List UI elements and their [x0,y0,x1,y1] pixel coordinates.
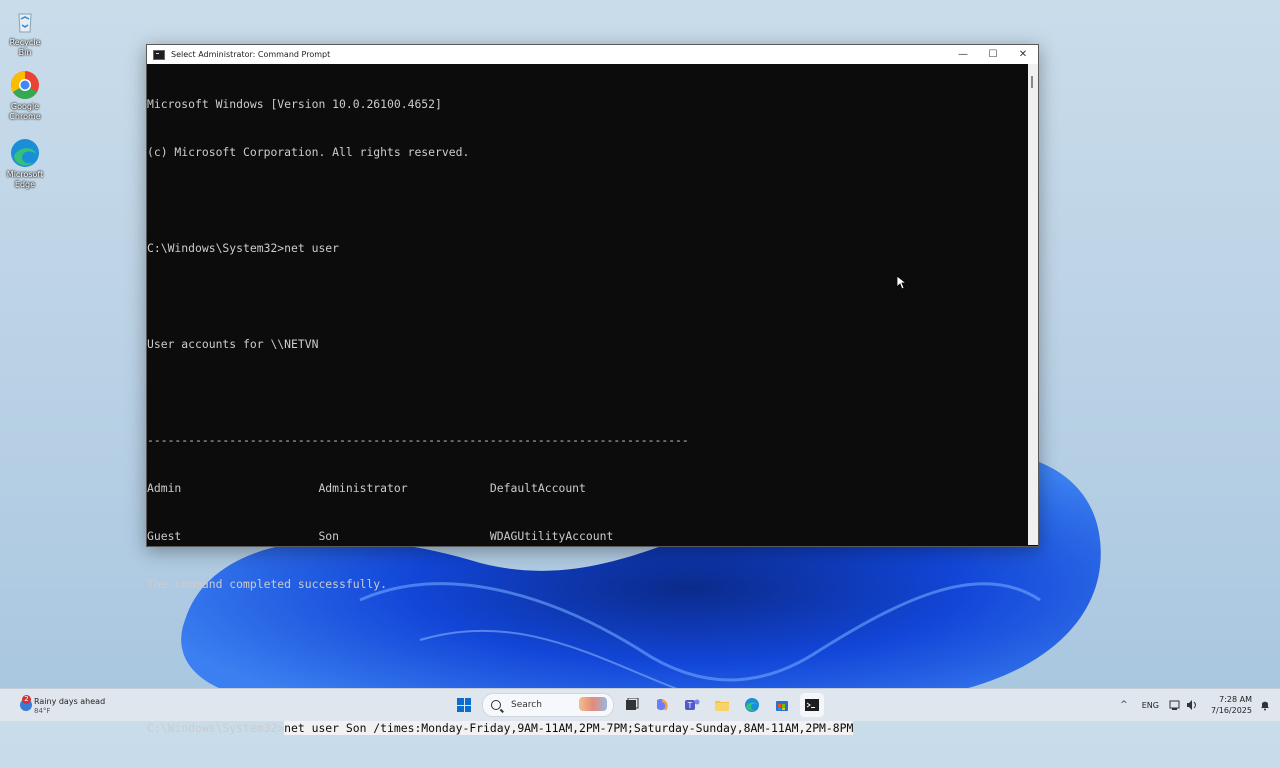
console-line: The command completed successfully. [147,577,388,591]
close-button[interactable]: ✕ [1008,45,1038,64]
store-icon [776,701,788,711]
svg-text:T: T [688,701,693,710]
search-highlight-icon [579,697,607,711]
chrome-icon [10,70,40,100]
edge-icon [10,138,40,168]
maximize-button[interactable]: ☐ [978,45,1008,64]
title-bar[interactable]: Select Administrator: Command Prompt — ☐… [147,45,1038,64]
desktop-icon-chrome[interactable]: Google Chrome [2,70,48,122]
console-line: Guest Son WDAGUtilityAccount [147,529,614,543]
copilot-button[interactable] [650,693,674,717]
show-hidden-icons-button[interactable]: ^ [1120,700,1128,710]
console-prompt: C:\Windows\System32> [147,721,285,735]
console-line: C:\Windows\System32>net user [147,241,340,255]
vertical-scrollbar[interactable] [1028,64,1038,545]
teams-button[interactable]: T [680,693,704,717]
taskbar-search[interactable]: Search [482,693,614,717]
window-title: Select Administrator: Command Prompt [171,50,331,59]
weather-widget[interactable]: 2 Rainy days ahead 84°F [20,693,140,717]
file-explorer-button[interactable] [710,693,734,717]
selected-command-text[interactable]: net user Son /times:Monday-Friday,9AM-11… [284,721,854,735]
edge-taskbar-button[interactable] [740,693,764,717]
cmd-icon [153,49,165,60]
console-line: (c) Microsoft Corporation. All rights re… [147,145,470,159]
recycle-bin-icon [10,6,40,36]
minimize-button[interactable]: — [948,45,978,64]
teams-icon: T [685,699,700,710]
task-view-button[interactable] [620,693,644,717]
console-output[interactable]: Microsoft Windows [Version 10.0.26100.46… [147,64,1027,735]
notification-icon[interactable] [1260,699,1270,711]
folder-icon [715,701,729,711]
windows-logo-icon [457,698,471,712]
mouse-pointer-icon [897,276,906,290]
search-label: Search [511,700,542,710]
search-icon [491,700,501,710]
console-line: Microsoft Windows [Version 10.0.26100.46… [147,97,442,111]
language-indicator[interactable]: ENG [1142,701,1159,710]
store-button[interactable] [770,693,794,717]
console-line: Admin Administrator DefaultAccount [147,481,586,495]
clock-time: 7:28 AM [1219,695,1252,704]
start-button[interactable] [452,693,476,717]
command-prompt-window[interactable]: Select Administrator: Command Prompt — ☐… [146,44,1039,735]
console-line: User accounts for \\NETVN [147,337,319,351]
desktop-icon-recycle-bin[interactable]: Recycle Bin [2,6,48,58]
scrollbar-thumb[interactable] [1031,76,1033,88]
clock[interactable]: 7:28 AM 7/16/2025 [1211,694,1252,716]
edge-icon [745,698,759,712]
weather-title: Rainy days ahead [34,697,106,706]
clock-date: 7/16/2025 [1210,706,1252,715]
terminal-icon [805,699,819,711]
system-tray: ^ ENG 7:28 AM 7/16/2025 [1120,689,1280,721]
weather-temp: 84°F [34,707,51,715]
console-line: ----------------------------------------… [147,433,689,447]
task-view-icon [626,698,639,710]
desktop-icon-edge[interactable]: Microsoft Edge [2,138,48,190]
console-input-line[interactable]: C:\Windows\System32>net user Son /times:… [147,720,1027,736]
copilot-icon [657,698,668,711]
network-volume-icon[interactable] [1169,699,1199,711]
taskbar-apps: Search T [452,693,824,717]
terminal-button[interactable] [800,693,824,717]
taskbar: 2 Rainy days ahead 84°F Search T ^ ENG 7… [0,688,1280,721]
weather-badge: 2 [22,695,31,704]
